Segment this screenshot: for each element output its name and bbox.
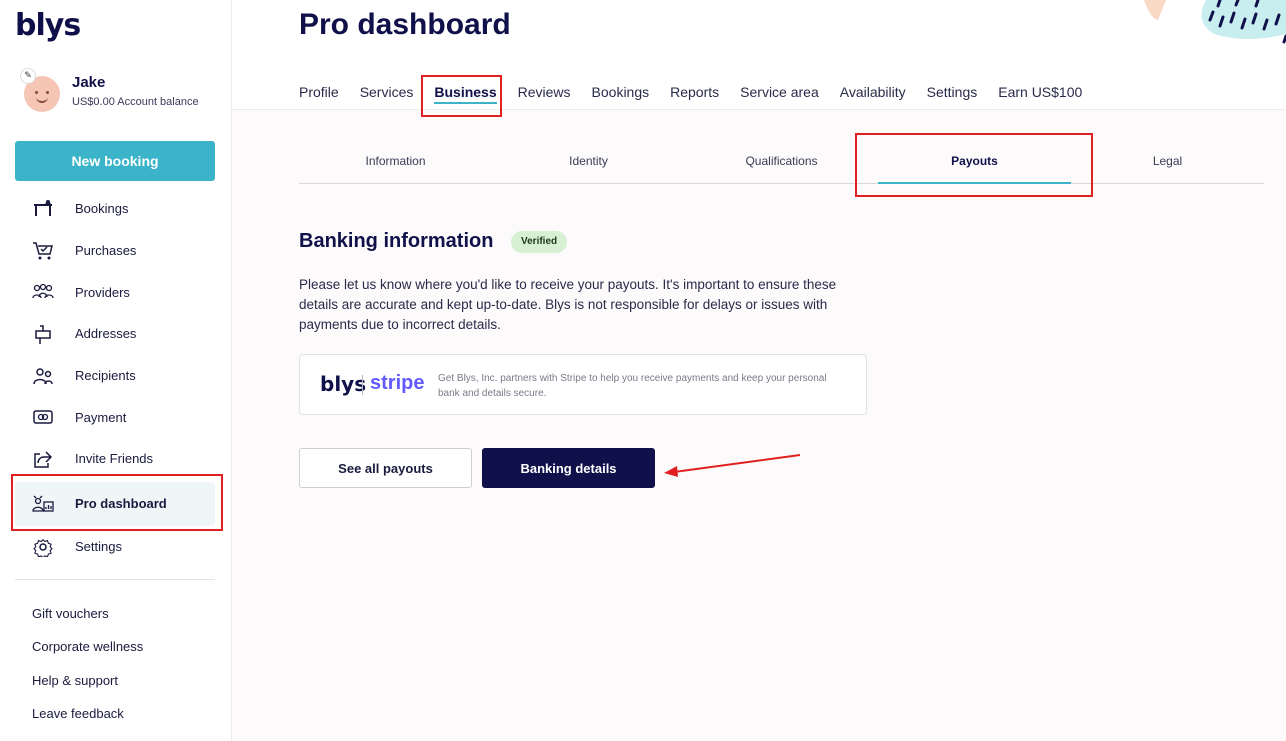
- new-booking-button[interactable]: New booking: [15, 141, 215, 181]
- gear-icon: [31, 537, 55, 557]
- blys-logo[interactable]: blys: [15, 8, 81, 43]
- sidebar-item-invite-friends[interactable]: Invite Friends: [15, 438, 215, 480]
- sidebar-footer-links: Gift vouchers Corporate wellness Help & …: [32, 600, 143, 734]
- blys-logo-small: blys: [320, 372, 367, 396]
- help-support-link[interactable]: Help & support: [32, 667, 143, 700]
- sidebar-item-label: Invite Friends: [75, 451, 154, 467]
- subtab-payouts[interactable]: Payouts: [878, 140, 1071, 184]
- sidebar-item-recipients[interactable]: Recipients: [15, 355, 215, 397]
- stripe-partner-card: blys stripe Get Blys, Inc. partners with…: [299, 354, 867, 415]
- subtab-legal[interactable]: Legal: [1071, 140, 1264, 183]
- group-icon: [31, 282, 55, 302]
- avatar-mouth: [36, 97, 48, 103]
- subtab-identity[interactable]: Identity: [492, 140, 685, 183]
- sidebar-item-label: Bookings: [75, 201, 129, 217]
- logo-divider: [362, 375, 363, 395]
- tab-service-area[interactable]: Service area: [740, 84, 819, 104]
- tab-services[interactable]: Services: [360, 84, 414, 104]
- sidebar-divider: [15, 579, 215, 580]
- sidebar-item-label: Pro dashboard: [75, 496, 167, 512]
- decorative-pattern: [1144, 0, 1286, 44]
- mailbox-icon: [31, 324, 55, 344]
- sidebar-item-label: Settings: [75, 539, 122, 555]
- sidebar-item-bookings[interactable]: Bookings: [15, 188, 215, 230]
- sidebar-nav: Bookings Purchases Providers Addresses R…: [15, 188, 215, 568]
- avatar-eye: [46, 91, 49, 94]
- tab-profile[interactable]: Profile: [299, 84, 339, 104]
- sidebar-item-label: Addresses: [75, 326, 137, 342]
- sidebar-item-settings[interactable]: Settings: [15, 526, 215, 568]
- sidebar-item-label: Payment: [75, 409, 127, 425]
- massage-table-icon: [31, 199, 55, 219]
- account-balance: US$0.00 Account balance: [72, 96, 199, 108]
- share-icon: [31, 449, 55, 469]
- banking-details-button[interactable]: Banking details: [482, 448, 655, 488]
- leave-feedback-link[interactable]: Leave feedback: [32, 700, 143, 733]
- subtab-information[interactable]: Information: [299, 140, 492, 183]
- avatar-eye: [35, 91, 38, 94]
- red-arrow-annotation: [664, 454, 801, 477]
- tab-business[interactable]: Business: [434, 84, 497, 104]
- cart-icon: [31, 241, 55, 261]
- banking-information-title: Banking information: [299, 230, 494, 252]
- sidebar-item-payment[interactable]: Payment: [15, 396, 215, 438]
- tab-bookings[interactable]: Bookings: [592, 84, 650, 104]
- sidebar: blys ✎ Jake US$0.00 Account balance New …: [0, 0, 232, 741]
- people-icon: [31, 366, 55, 386]
- tab-availability[interactable]: Availability: [840, 84, 906, 104]
- verified-badge: Verified: [511, 231, 568, 253]
- user-name: Jake: [72, 74, 106, 91]
- sidebar-item-addresses[interactable]: Addresses: [15, 313, 215, 355]
- corporate-wellness-link[interactable]: Corporate wellness: [32, 633, 143, 666]
- sidebar-item-purchases[interactable]: Purchases: [15, 230, 215, 272]
- main-content: [232, 110, 1286, 741]
- sub-tabs: Information Identity Qualifications Payo…: [299, 140, 1264, 184]
- sidebar-item-label: Recipients: [75, 368, 136, 384]
- tab-reports[interactable]: Reports: [670, 84, 719, 104]
- edit-pencil-icon[interactable]: ✎: [20, 68, 36, 84]
- stripe-partner-text: Get Blys, Inc. partners with Stripe to h…: [438, 373, 827, 399]
- top-tabs: Profile Services Business Reviews Bookin…: [299, 84, 1103, 104]
- see-all-payouts-button[interactable]: See all payouts: [299, 448, 472, 488]
- sidebar-item-pro-dashboard[interactable]: Pro dashboard: [15, 481, 215, 526]
- credit-card-icon: [31, 407, 55, 427]
- subtab-qualifications[interactable]: Qualifications: [685, 140, 878, 183]
- tab-reviews[interactable]: Reviews: [518, 84, 571, 104]
- sidebar-item-label: Providers: [75, 284, 130, 300]
- sidebar-item-providers[interactable]: Providers: [15, 271, 215, 313]
- banking-description: Please let us know where you'd like to r…: [299, 277, 837, 332]
- tab-settings[interactable]: Settings: [927, 84, 978, 104]
- stripe-logo: stripe: [370, 372, 425, 394]
- sidebar-item-label: Purchases: [75, 243, 137, 259]
- page-title: Pro dashboard: [299, 8, 511, 41]
- pro-dashboard-icon: [31, 494, 55, 514]
- user-profile[interactable]: ✎ Jake US$0.00 Account balance: [20, 68, 222, 118]
- tab-earn[interactable]: Earn US$100: [998, 84, 1082, 104]
- gift-vouchers-link[interactable]: Gift vouchers: [32, 600, 143, 633]
